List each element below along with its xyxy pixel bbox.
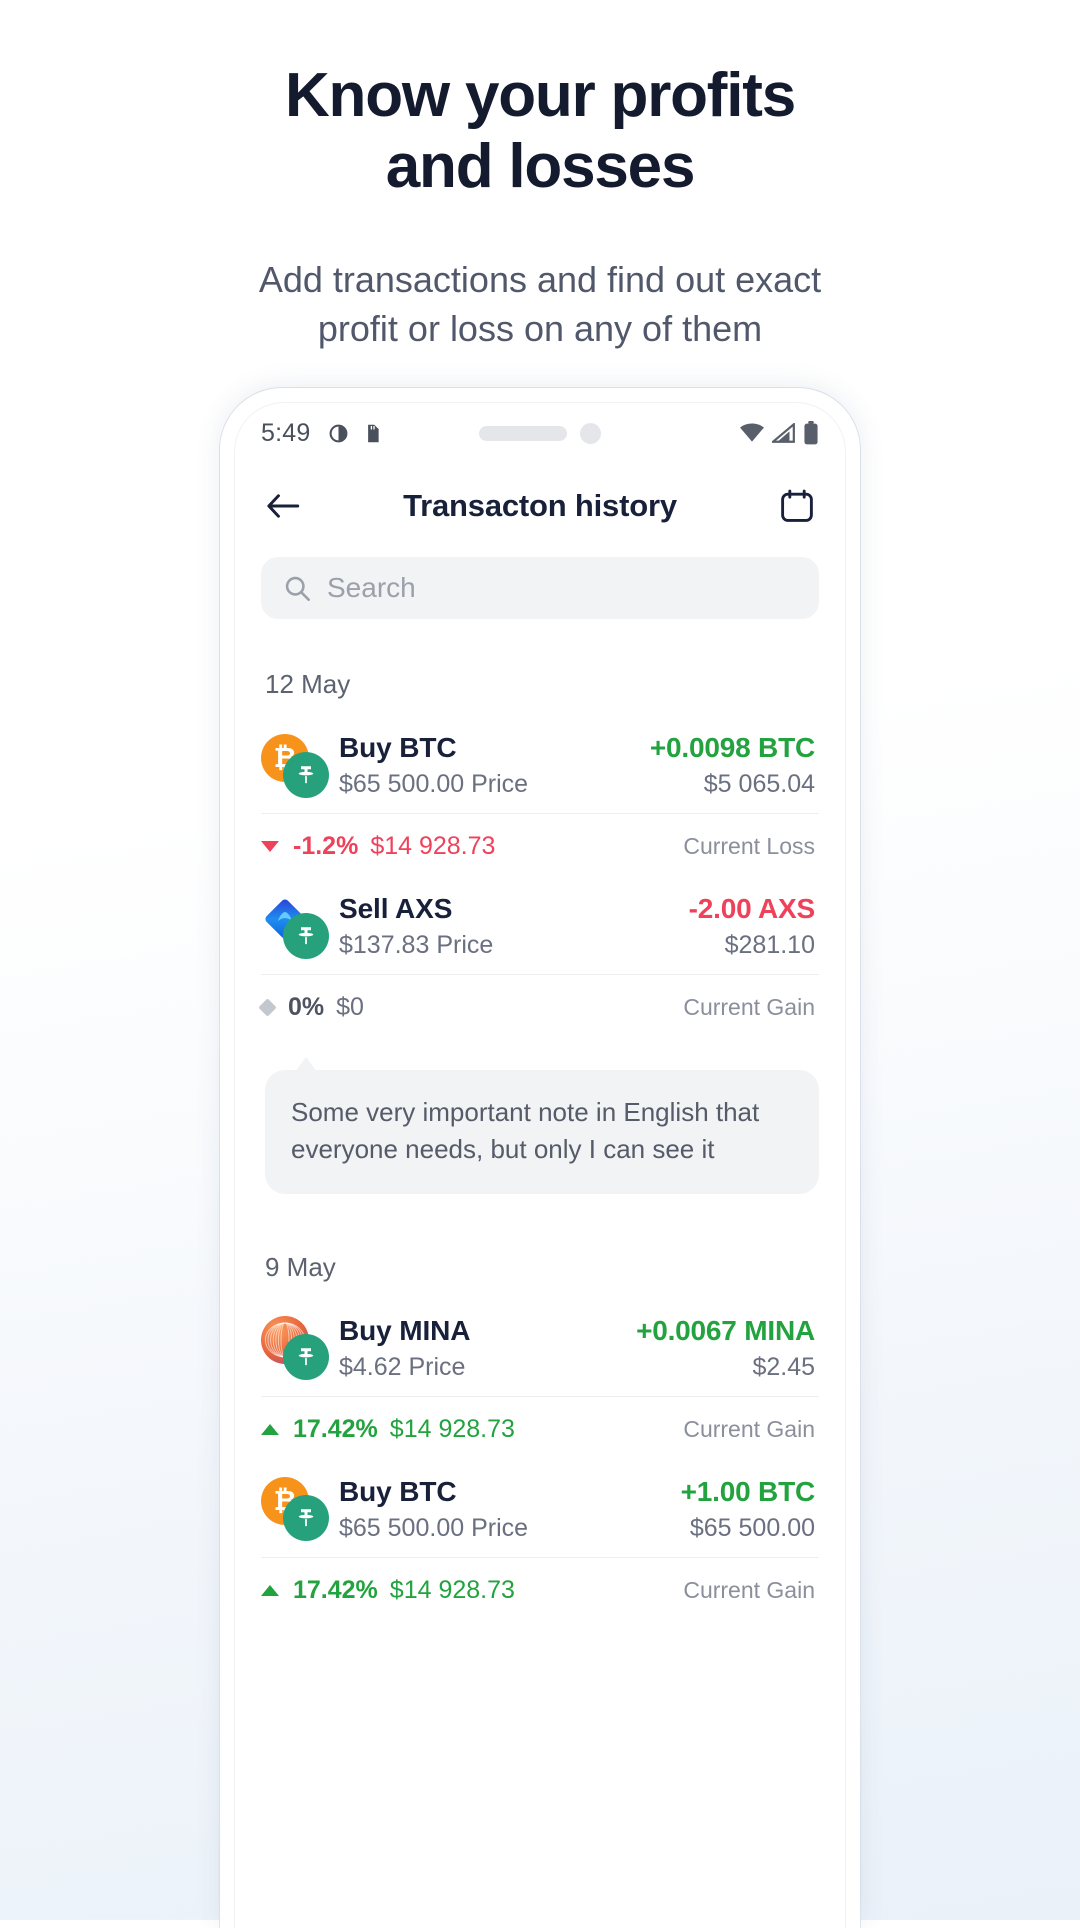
transaction-price: $65 500.00 Price: [339, 1513, 529, 1542]
promo-title: Know your profits and losses: [284, 61, 796, 202]
back-button[interactable]: [261, 484, 305, 528]
speaker-slot: [479, 425, 567, 441]
front-camera: [580, 422, 601, 444]
transaction-amount: +0.0067 MINA: [636, 1314, 815, 1346]
transaction-name: Buy BTC: [339, 1475, 457, 1507]
pnl-value: $0: [336, 993, 364, 1021]
transaction-amounts: +0.0098 BTC $5 065.04: [650, 732, 815, 799]
transaction-price: $4.62 Price: [339, 1352, 466, 1381]
status-bar: 5:49: [235, 403, 845, 463]
search-icon: [285, 576, 310, 601]
promo-subtitle: Add transactions and find out exact prof…: [258, 258, 822, 350]
calendar-button[interactable]: [775, 484, 819, 528]
tether-icon: [298, 1348, 314, 1366]
transaction-note-wrapper: Some very important note in English that…: [265, 1057, 819, 1194]
search-section: Search: [235, 549, 845, 619]
transaction-list: 12 May ₿ Buy BTC $65 500.00 Price +0.0098 BT…: [235, 619, 845, 1623]
transaction-amount: -2.00 AXS: [688, 893, 816, 924]
trend-down-icon: [261, 841, 279, 852]
date-group-label: 9 May: [265, 1251, 336, 1282]
trend-flat-icon: [258, 998, 277, 1017]
page-title: Transacton history: [403, 488, 677, 523]
transaction-amount: +1.00 BTC: [680, 1475, 816, 1507]
transaction-icons: ₿: [261, 1477, 335, 1542]
transaction-info: Buy BTC $65 500.00 Price: [335, 1476, 681, 1543]
status-left-icons: [328, 423, 383, 444]
wifi-icon: [740, 423, 764, 442]
profit-loss-row: 17.42% $14 928.73 Current Gain: [261, 1395, 819, 1462]
search-placeholder: Search: [327, 572, 416, 603]
transaction-icons: ₿: [261, 733, 335, 798]
promo-header: Know your profits and losses Add transac…: [0, 0, 1080, 354]
transaction-name: Buy BTC: [339, 732, 457, 763]
transaction-price: $65 500.00 Price: [339, 770, 529, 798]
trend-up-icon: [261, 1584, 279, 1596]
tether-icon: [298, 765, 314, 783]
status-right-icons: [739, 421, 819, 445]
transaction-row[interactable]: Buy MINA $4.62 Price +0.0067 MINA $2.45: [261, 1301, 819, 1396]
battery-icon: [804, 421, 818, 445]
transaction-name: Buy MINA: [339, 1314, 471, 1346]
transaction-row[interactable]: ₿ Buy BTC $65 500.00 Price +0.0098 BTC $5 06…: [261, 718, 819, 813]
date-group-label: 12 May: [265, 669, 351, 699]
pair-badge: [283, 1334, 329, 1381]
pnl-percent: 17.42%: [293, 1414, 378, 1443]
profit-loss-row: 0% $0 Current Gain: [258, 974, 819, 1040]
transaction-amounts: -2.00 AXS $281.10: [688, 893, 816, 960]
transaction-note: Some very important note in English that…: [265, 1070, 819, 1194]
transaction-info: Buy BTC $65 500.00 Price: [335, 732, 650, 799]
transaction-usd-value: $65 500.00: [689, 1513, 815, 1542]
pair-badge: [283, 751, 329, 798]
transaction-amount: +0.0098 BTC: [649, 732, 815, 763]
pair-badge: [283, 912, 329, 959]
transaction-icons: [261, 1316, 335, 1381]
transaction-info: Buy MINA $4.62 Price: [335, 1315, 636, 1382]
sdcard-icon: [368, 424, 380, 442]
transaction-row[interactable]: ₿ Buy BTC $65 500.00 Price +1.00 BTC $65 500…: [261, 1462, 819, 1557]
pnl-percent: -1.2%: [293, 832, 359, 860]
pnl-label: Current Loss: [683, 833, 815, 859]
pnl-value: $14 928.73: [389, 1575, 515, 1604]
pnl-value: $14 928.73: [370, 832, 496, 860]
transaction-row[interactable]: Sell AXS $137.83 Price -2.00 AXS $281.10: [261, 879, 819, 974]
transaction-name: Sell AXS: [339, 893, 453, 924]
transaction-usd-value: $281.10: [724, 931, 815, 959]
pair-badge: [283, 1495, 329, 1542]
search-input[interactable]: Search: [261, 557, 819, 619]
pnl-percent: 17.42%: [293, 1575, 378, 1604]
pnl-percent: 0%: [288, 993, 325, 1021]
brightness-icon: [330, 424, 348, 442]
transaction-amounts: +0.0067 MINA $2.45: [636, 1315, 815, 1382]
signal-icon: [772, 423, 795, 443]
profit-loss-row: 17.42% $14 928.73 Current Gain: [261, 1556, 819, 1623]
transaction-amounts: +1.00 BTC $65 500.00: [680, 1475, 816, 1543]
pnl-label: Current Gain: [683, 1415, 815, 1442]
tether-icon: [298, 1509, 314, 1527]
transaction-usd-value: $2.45: [752, 1352, 815, 1381]
phone-mockup: 5:49 Transacton history Search 12 May ₿ …: [220, 388, 860, 1928]
transaction-info: Sell AXS $137.83 Price: [335, 893, 689, 960]
profit-loss-row: -1.2% $14 928.73 Current Loss: [261, 813, 819, 879]
pnl-label: Current Gain: [683, 994, 815, 1020]
camera-notch: [479, 422, 601, 444]
app-bar: Transacton history: [235, 463, 845, 549]
status-time: 5:49: [261, 418, 311, 447]
transaction-price: $137.83 Price: [339, 931, 494, 959]
calendar-icon: [781, 489, 813, 522]
phone-screen: 5:49 Transacton history Search 12 May ₿ …: [234, 402, 846, 1928]
pnl-label: Current Gain: [683, 1576, 815, 1603]
trend-up-icon: [261, 1423, 279, 1435]
pnl-value: $14 928.73: [389, 1414, 515, 1443]
arrow-left-icon: [267, 494, 300, 518]
tether-icon: [298, 926, 314, 944]
transaction-usd-value: $5 065.04: [703, 770, 815, 798]
transaction-icons: [261, 895, 335, 959]
